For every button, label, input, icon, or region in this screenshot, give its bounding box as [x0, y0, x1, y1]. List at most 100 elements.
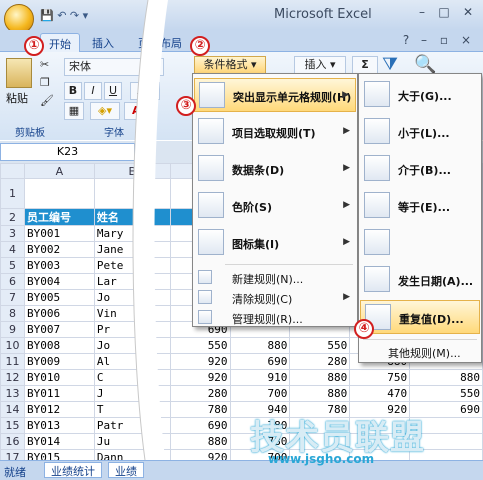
cell-value[interactable]: 910	[229, 369, 291, 386]
copy-icon[interactable]: ❐	[40, 76, 50, 89]
ribbon-tabs: 开始 插入 页面布局 ? – ▫ ×	[0, 30, 483, 52]
tab-home[interactable]: 开始	[40, 33, 80, 52]
menu-item[interactable]: 清除规则(C) ▶	[194, 288, 356, 307]
paste-button[interactable]: 粘贴	[6, 90, 28, 106]
cell-employee-id[interactable]: BY001	[23, 225, 95, 242]
cell-employee-id[interactable]: BY012	[23, 401, 95, 418]
cell-value[interactable]: 550	[169, 337, 231, 354]
minimize-button[interactable]: –	[412, 5, 432, 21]
name-box[interactable]: K23	[0, 143, 135, 161]
menu-item[interactable]: 突出显示单元格规则(H) ▶	[194, 78, 356, 112]
menu-item[interactable]: 数据条(D) ▶	[194, 152, 356, 186]
cell-value[interactable]: 550	[289, 337, 351, 354]
paste-icon[interactable]	[6, 58, 32, 88]
cell-value[interactable]: 880	[409, 369, 483, 386]
row-header[interactable]: 16	[0, 433, 25, 450]
submenu-item[interactable]: 介于(B)...	[360, 152, 480, 186]
cell-value[interactable]: 700	[229, 385, 291, 402]
row-header[interactable]: 10	[0, 337, 25, 354]
help-icon[interactable]: ?	[396, 33, 416, 49]
row-header[interactable]: 11	[0, 353, 25, 370]
menu-item-label: 新建规则(N)...	[232, 273, 304, 286]
cell-employee-id[interactable]: BY003	[23, 257, 95, 274]
close-button[interactable]: ✕	[458, 5, 478, 21]
cell-value[interactable]: 550	[409, 385, 483, 402]
row-header[interactable]: 3	[0, 225, 25, 242]
row-header[interactable]: 9	[0, 321, 25, 338]
menu-item[interactable]: 新建规则(N)...	[194, 268, 356, 287]
cell-value[interactable]: 780	[169, 401, 231, 418]
column-header-a[interactable]: A	[23, 163, 95, 179]
cell-employee-id[interactable]: BY006	[23, 305, 95, 322]
italic-button[interactable]: I	[84, 82, 102, 100]
cell-value[interactable]: 690	[229, 353, 291, 370]
submenu-item-label: 发生日期(A)...	[398, 275, 474, 288]
rule-icon	[198, 270, 212, 284]
row-header[interactable]: 15	[0, 417, 25, 434]
row-header[interactable]: 8	[0, 305, 25, 322]
cell-employee-id[interactable]: BY004	[23, 273, 95, 290]
cell-value[interactable]: 880	[169, 433, 231, 450]
row-header[interactable]: 5	[0, 257, 25, 274]
row-header[interactable]: 12	[0, 369, 25, 386]
maximize-button[interactable]: □	[434, 5, 454, 21]
ribbon-minimize-button[interactable]: –	[414, 33, 434, 49]
bold-button[interactable]: B	[64, 82, 82, 100]
cell-employee-id[interactable]: BY014	[23, 433, 95, 450]
cut-icon[interactable]: ✂	[40, 58, 49, 71]
row-header[interactable]: 4	[0, 241, 25, 258]
menu-item[interactable]: 管理规则(R)...	[194, 308, 356, 327]
cell-value[interactable]: 470	[349, 385, 411, 402]
corner-cell[interactable]	[0, 163, 25, 179]
tab-insert[interactable]: 插入	[84, 33, 122, 52]
cell-value[interactable]: 880	[229, 337, 291, 354]
cell-employee-id[interactable]: BY007	[23, 321, 95, 338]
cell-employee-id[interactable]: BY005	[23, 289, 95, 306]
submenu-item[interactable]: 发生日期(A)...	[360, 263, 480, 297]
cell-employee-id[interactable]: BY011	[23, 385, 95, 402]
autosum-button[interactable]: Σ	[352, 56, 378, 74]
fill-color-button[interactable]: ◈▾	[90, 102, 120, 120]
submenu-item[interactable]	[360, 226, 480, 260]
menu-item[interactable]: 图标集(I) ▶	[194, 226, 356, 260]
cell-value[interactable]: 280	[289, 353, 351, 370]
submenu-item[interactable]: 大于(G)...	[360, 78, 480, 112]
submenu-arrow-icon: ▶	[343, 237, 350, 247]
more-rules-item[interactable]: 其他规则(M)...	[360, 342, 480, 361]
row-header[interactable]: 1	[0, 178, 25, 209]
cell-value[interactable]: 280	[169, 385, 231, 402]
header-cell-employee-id[interactable]: 员工编号	[23, 208, 95, 226]
ribbon-restore-button[interactable]: ▫	[434, 33, 454, 49]
cell-employee-id[interactable]: BY010	[23, 369, 95, 386]
menu-item[interactable]: 项目选取规则(T) ▶	[194, 115, 356, 149]
cell-value[interactable]: 750	[349, 369, 411, 386]
format-painter-icon[interactable]: 🖌	[40, 94, 54, 107]
insert-button[interactable]: 插入 ▾	[294, 56, 346, 74]
row-header[interactable]: 7	[0, 289, 25, 306]
cell-employee-id[interactable]: BY002	[23, 241, 95, 258]
app-title: Microsoft Excel	[274, 7, 372, 22]
cell-employee-id[interactable]: BY008	[23, 337, 95, 354]
cell-value[interactable]: 880	[289, 385, 351, 402]
submenu-item[interactable]: 重复值(D)...	[360, 300, 480, 334]
row-header[interactable]: 2	[0, 208, 25, 226]
cell-value[interactable]: 880	[289, 369, 351, 386]
conditional-format-button[interactable]: 条件格式 ▾	[194, 56, 266, 74]
submenu-item[interactable]: 小于(L)...	[360, 115, 480, 149]
submenu-item[interactable]: 等于(E)...	[360, 189, 480, 223]
cell[interactable]	[23, 178, 95, 209]
menu-item[interactable]: 色阶(S) ▶	[194, 189, 356, 223]
sheet-tab-2[interactable]: 业绩	[108, 462, 144, 478]
ribbon-close-button[interactable]: ×	[456, 33, 476, 49]
cell-employee-id[interactable]: BY013	[23, 417, 95, 434]
border-button[interactable]: ▦	[64, 102, 84, 120]
cell-employee-id[interactable]: BY009	[23, 353, 95, 370]
sheet-tab-performance[interactable]: 业绩统计	[44, 462, 102, 478]
row-header[interactable]: 6	[0, 273, 25, 290]
row-header[interactable]: 13	[0, 385, 25, 402]
row-header[interactable]: 14	[0, 401, 25, 418]
cell-value[interactable]: 920	[169, 369, 231, 386]
quick-access-toolbar[interactable]: 💾 ↶ ↷ ▾	[40, 9, 88, 22]
cell-value[interactable]: 920	[169, 353, 231, 370]
cell-value[interactable]: 690	[169, 417, 231, 434]
